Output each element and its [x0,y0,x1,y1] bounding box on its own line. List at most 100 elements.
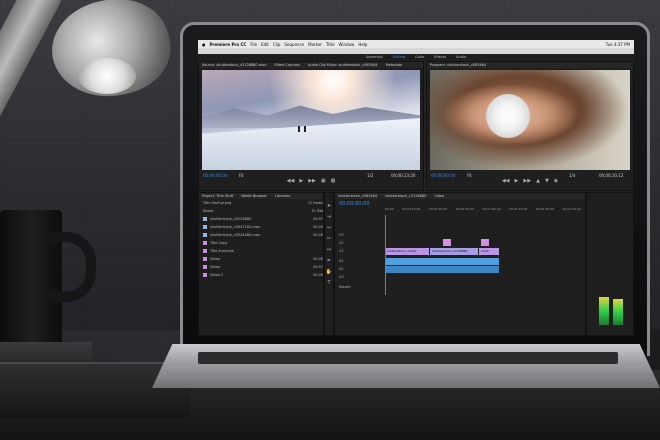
column-frame-rate[interactable]: Fr. Rat [312,209,323,213]
type-tool-icon[interactable]: T [327,280,330,286]
tab-metadata[interactable]: Metadata [386,62,403,68]
insert-icon[interactable]: ▣ [321,178,326,186]
tab-project[interactable]: Project: Title Stuff [202,193,233,199]
step-back-icon[interactable]: ◀◀ [287,178,295,186]
step-back-icon[interactable]: ◀◀ [502,178,510,186]
label-color-swatch [203,232,207,237]
list-item[interactable]: Title Copy [199,239,323,247]
white-flowers [486,94,530,138]
track-label-a2[interactable]: A2 [339,267,344,271]
project-item-list: shutterstock_v3126880 29.97 shutterstock_v… [199,215,323,279]
tab-libraries[interactable]: Libraries [275,193,290,199]
item-name: shutterstock_v3047182.mov [210,224,261,229]
tab-sequence-1[interactable]: shutterstock_v563464 [338,193,377,199]
timeline-tabs: shutterstock_v563464 shutterstock_v31268… [335,193,585,199]
source-video-frame[interactable] [202,70,420,170]
item-name: Video [210,256,220,261]
tab-sequence-3[interactable]: Video [434,193,444,199]
workspace-audio[interactable]: Audio [456,54,466,60]
source-transport-controls: ◀◀ ▶ ▶▶ ▣ ▩ [199,178,423,186]
lift-icon[interactable]: ▲ [536,178,540,186]
ruler-tick: 00:01:00:00 [482,207,501,211]
title-clip[interactable] [443,239,451,246]
ripple-edit-icon[interactable]: ⇔ [327,225,331,231]
list-item[interactable]: Video 29.97 [199,263,323,271]
track-label-a3[interactable]: A3 [339,275,344,279]
workspace-color[interactable]: Color [415,54,424,60]
tab-audio-clip-mixer[interactable]: Audio Clip Mixer: shutterstock_v563464 [308,62,378,68]
column-name[interactable]: Name [203,209,309,213]
program-transport-controls: ◀◀ ▶ ▶▶ ▲ ▼ ◉ [427,178,633,186]
apple-icon[interactable]: ● [202,42,206,47]
audio-meter-left [599,297,609,325]
ruler-tick: 00:01:15:00 [509,207,528,211]
timeline-ruler[interactable]: 00:00 00:00:15:00 00:00:30:00 00:00:45:0… [385,207,581,213]
ruler-tick: 00:00 [385,207,394,211]
tab-effect-controls[interactable]: Effect Controls [274,62,300,68]
menu-help[interactable]: Help [358,42,367,47]
tab-sequence-2[interactable]: shutterstock_v3126880 [385,193,426,199]
tab-source[interactable]: Source: shutterstock_v3126880.mov [202,62,266,68]
video-clip[interactable]: shutterstock_v3126880 [430,248,478,255]
workspace-assembly[interactable]: Assembly [366,54,383,60]
title-clip[interactable] [481,239,489,246]
workspace-editing[interactable]: Editing [393,54,405,60]
extract-icon[interactable]: ▼ [545,178,549,186]
track-select-icon[interactable]: ⇥ [327,214,331,220]
menu-sequence[interactable]: Sequence [284,42,304,47]
menu-file[interactable]: File [250,42,257,47]
track-label-v2[interactable]: V2 [339,241,344,245]
tab-media-browser[interactable]: Media Browser [241,193,267,199]
export-frame-icon[interactable]: ◉ [554,178,558,186]
track-label-v3[interactable]: V3 [339,233,344,237]
audio-clip[interactable] [385,266,499,273]
list-item[interactable]: shutterstock_v3047182.mov 30.00 [199,223,323,231]
menu-title[interactable]: Title [326,42,335,47]
track-label-v1[interactable]: V1 [339,249,344,253]
menubar-clock[interactable]: Tue 4:37 PM [606,42,634,47]
play-icon[interactable]: ▶ [299,178,303,186]
workspace-effects[interactable]: Effects [434,54,446,60]
list-item[interactable]: Video 30.00 [199,255,323,263]
list-item[interactable]: Title Example [199,247,323,255]
item-name: Video 2 [210,272,224,277]
label-color-swatch [203,272,207,277]
playhead[interactable] [385,215,386,295]
track-label-a1[interactable]: A1 [339,259,344,263]
list-item[interactable]: shutterstock_v3126880 29.97 [199,215,323,223]
audio-clip[interactable] [385,258,499,265]
slip-tool-icon[interactable]: ↔ [327,247,331,253]
menu-clip[interactable]: Clip [273,42,281,47]
hand-tool-icon[interactable]: ✋ [326,269,332,275]
workspace-tabs: Assembly Editing Color Effects Audio [198,54,634,60]
laptop-screen: ● Premiere Pro CC File Edit Clip Sequenc… [198,40,634,336]
program-video-frame[interactable] [430,70,630,170]
play-icon[interactable]: ▶ [515,178,519,186]
selection-tool-icon[interactable]: ➤ [327,203,331,209]
ruler-tick: 00:00:30:00 [428,207,448,211]
video-clip[interactable]: shutt [479,248,499,255]
item-frame-rate: 29.97 [312,216,323,221]
list-item[interactable]: Video 2 30.00 [199,271,323,279]
item-frame-rate: 29.97 [312,264,323,269]
timeline-timecode[interactable]: 00:00:00:00 [339,201,370,207]
pen-tool-icon[interactable]: ✒ [327,258,331,264]
razor-tool-icon[interactable]: ✂ [327,236,331,242]
menu-edit[interactable]: Edit [261,42,269,47]
item-name: shutterstock_v5344480.mov [210,232,261,237]
step-forward-icon[interactable]: ▶▶ [308,178,316,186]
project-column-headers: Name Fr. Rat [199,207,323,215]
program-monitor-header: Program: shutterstock_v563464 [427,62,633,68]
program-monitor-title[interactable]: Program: shutterstock_v563464 [430,62,486,68]
track-label-master[interactable]: Master [339,285,351,289]
video-clip[interactable]: shutterstock_v3047 [385,248,429,255]
overwrite-icon[interactable]: ▩ [331,178,336,186]
menubar-app-name[interactable]: Premiere Pro CC [210,42,247,47]
project-item-count: 12 items [307,200,323,205]
menu-window[interactable]: Window [339,42,355,47]
lamp-bulb [78,58,136,94]
step-forward-icon[interactable]: ▶▶ [523,178,531,186]
list-item[interactable]: shutterstock_v5344480.mov 30.00 [199,231,323,239]
item-frame-rate: 30.00 [312,272,323,277]
menu-marker[interactable]: Marker [308,42,322,47]
